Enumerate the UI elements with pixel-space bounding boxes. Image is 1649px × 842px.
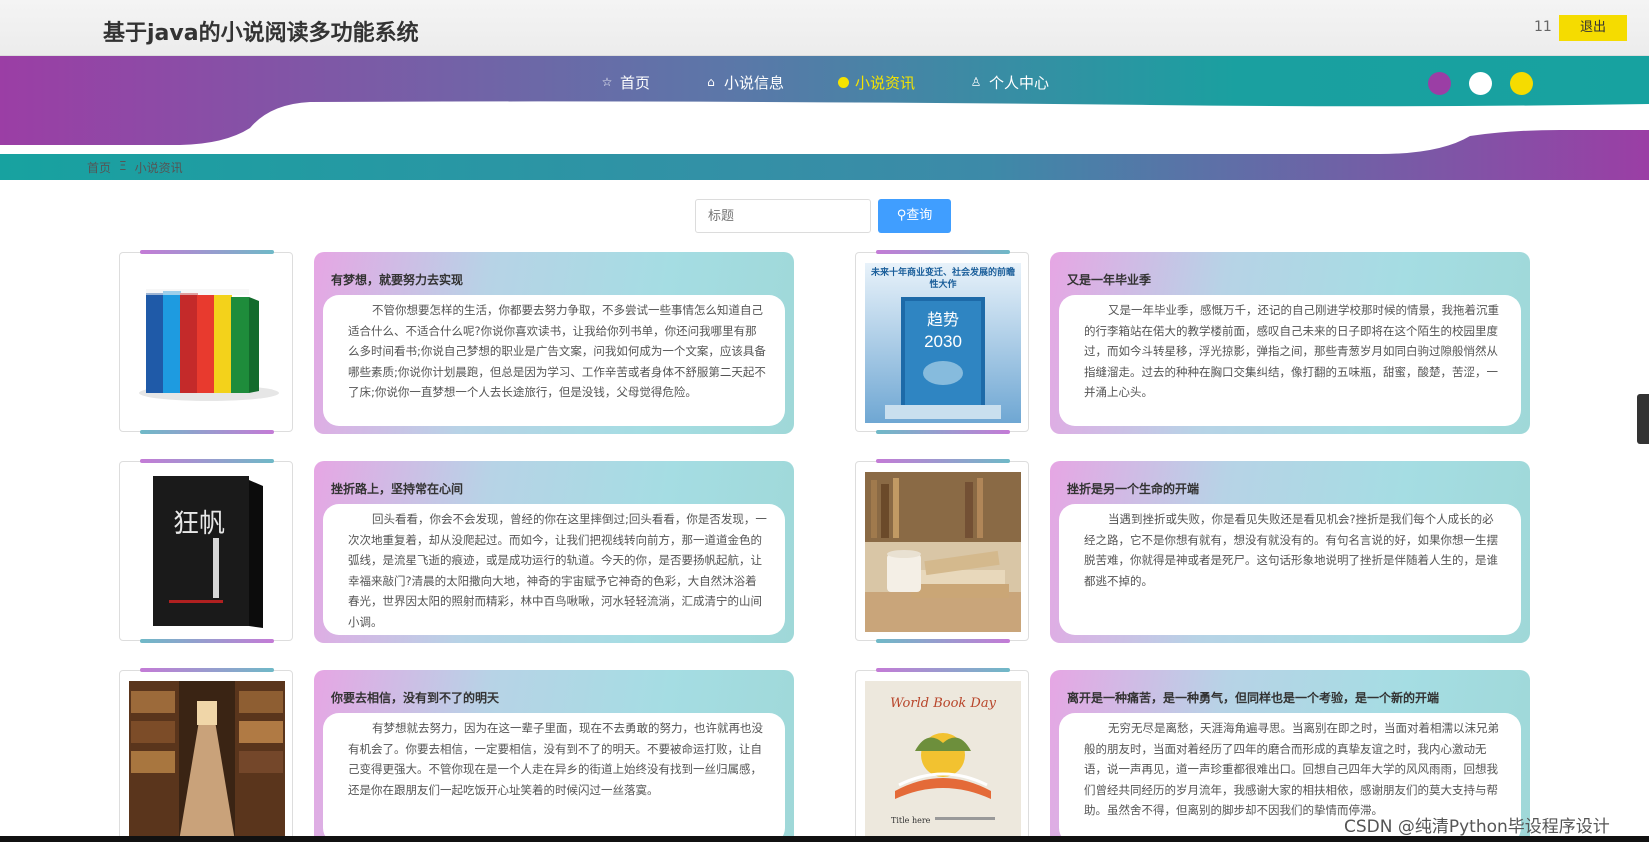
article-image-trend-2030-book[interactable]: 趋势 2030 未来十年商业变迁、社会发展的前瞻性大作 <box>865 263 1021 423</box>
app-title: 基于java的小说阅读多功能系统 <box>103 21 419 46</box>
theme-white-button[interactable] <box>1469 72 1492 95</box>
article-title[interactable]: 离开是一种痛苦，是一种勇气，但同样也是一个考验，是一个新的开端 <box>1067 689 1439 706</box>
article-title[interactable]: 有梦想，就要努力去实现 <box>331 271 463 288</box>
theme-switcher <box>1428 72 1533 95</box>
theme-purple-button[interactable] <box>1428 72 1451 95</box>
nav-novel-news-label: 小说资讯 <box>855 73 916 92</box>
article-image-world-book-day-poster[interactable]: World Book Day Title here <box>865 681 1021 841</box>
top-header: 基于java的小说阅读多功能系统 11 退出 <box>0 0 1649 56</box>
trend-book-header: 未来十年商业变迁、社会发展的前瞻性大作 <box>870 268 1015 290</box>
active-dot-icon <box>838 76 849 88</box>
article-excerpt: 有梦想就去努力，因为在这一辈子里面，现在不去勇敢的努力，也许就再也没有机会了。你… <box>323 713 785 842</box>
theme-yellow-button[interactable] <box>1510 72 1533 95</box>
nav-novel-news[interactable]: 小说资讯 <box>838 72 915 93</box>
article-text-panel: 挫折是另一个生命的开端 当遇到挫折或失败，你是看见失败还是看见机会?挫折是我们每… <box>1050 461 1530 643</box>
nav-novel-info[interactable]: ⌂ 小说信息 <box>704 72 784 93</box>
article-image-frame: World Book Day Title here <box>855 668 1029 842</box>
side-scroll-handle[interactable] <box>1637 394 1649 444</box>
article-image-black-novel-cover[interactable]: 狂帆 <box>129 472 285 632</box>
search-icon: ⚲ <box>896 208 907 223</box>
nav-personal-center[interactable]: ♙ 个人中心 <box>969 72 1049 93</box>
title-search-input[interactable] <box>695 199 871 233</box>
trend-title-text: 趋势 <box>927 311 959 329</box>
article-image-frame <box>119 250 293 434</box>
star-home-icon: ☆ <box>601 75 613 89</box>
article-image-colorful-books[interactable] <box>129 263 285 423</box>
article-image-frame: 趋势 2030 未来十年商业变迁、社会发展的前瞻性大作 <box>855 250 1029 434</box>
poster-title-here-text: Title here <box>891 816 931 825</box>
article-image-frame <box>855 459 1029 643</box>
breadcrumb-current: 小说资讯 <box>134 161 183 175</box>
csdn-watermark: CSDN @纯清Python毕设程序设计 <box>1344 817 1610 837</box>
article-text-panel: 你要去相信，没有到不了的明天 有梦想就去努力，因为在这一辈子里面，现在不去勇敢的… <box>314 670 794 842</box>
main-nav: ☆ 首页 ⌂ 小说信息 小说资讯 ♙ 个人中心 <box>0 56 1649 108</box>
article-image-frame: 狂帆 <box>119 459 293 643</box>
article-card[interactable]: 狂帆 挫折路上，坚持常在心间 回头看看，你会不会发现，曾经的你在这里摔倒过;回头… <box>119 459 839 646</box>
breadcrumb: 首页 Ξ 小说资讯 <box>87 159 183 176</box>
world-book-day-text: World Book Day <box>890 696 997 711</box>
article-title[interactable]: 又是一年毕业季 <box>1067 271 1151 288</box>
breadcrumb-home[interactable]: 首页 <box>87 159 111 176</box>
search-button-label: 查询 <box>906 208 933 223</box>
article-text-panel: 又是一年毕业季 又是一年毕业季，感慨万千，还记的自己刚进学校那时候的情景，我拖着… <box>1050 252 1530 434</box>
article-card[interactable]: 挫折是另一个生命的开端 当遇到挫折或失败，你是看见失败还是看见机会?挫折是我们每… <box>855 459 1575 646</box>
nav-personal-center-label: 个人中心 <box>989 73 1050 92</box>
trend-year-text: 2030 <box>924 332 962 351</box>
article-image-library-shelves[interactable] <box>129 681 285 841</box>
article-title[interactable]: 挫折路上，坚持常在心间 <box>331 480 463 497</box>
article-image-frame <box>119 668 293 842</box>
article-text-panel: 有梦想，就要努力去实现 不管你想要怎样的生活，你都要去努力争取，不多尝试一些事情… <box>314 252 794 434</box>
article-excerpt: 当遇到挫折或失败，你是看见失败还是看见机会?挫折是我们每个人成长的必经之路，它不… <box>1059 504 1521 635</box>
search-button[interactable]: ⚲查询 <box>878 199 951 233</box>
article-text-panel: 挫折路上，坚持常在心间 回头看看，你会不会发现，曾经的你在这里摔倒过;回头看看，… <box>314 461 794 643</box>
breadcrumb-separator: Ξ <box>119 159 127 173</box>
novel-title-text: 狂帆 <box>173 509 225 539</box>
article-excerpt: 不管你想要怎样的生活，你都要去努力争取，不多尝试一些事情怎么知道自己适合什么、不… <box>323 295 785 426</box>
user-icon: ♙ <box>970 75 982 89</box>
article-title[interactable]: 你要去相信，没有到不了的明天 <box>331 689 499 706</box>
article-card[interactable]: 趋势 2030 未来十年商业变迁、社会发展的前瞻性大作 又是一年毕业季 又是一年… <box>855 250 1575 437</box>
article-excerpt: 回头看看，你会不会发现，曾经的你在这里摔倒过;回头看看，你是否发现，一次次地重复… <box>323 504 785 635</box>
nav-banner: ☆ 首页 ⌂ 小说信息 小说资讯 ♙ 个人中心 首页 Ξ 小说资讯 <box>0 56 1649 180</box>
current-user: 11 <box>1534 19 1552 35</box>
nav-home-label: 首页 <box>619 73 650 92</box>
article-card[interactable]: 有梦想，就要努力去实现 不管你想要怎样的生活，你都要去努力争取，不多尝试一些事情… <box>119 250 839 437</box>
article-excerpt: 又是一年毕业季，感慨万千，还记的自己刚进学校那时候的情景，我拖着沉重的行李箱站在… <box>1059 295 1521 426</box>
nav-novel-info-label: 小说信息 <box>723 73 784 92</box>
nav-home[interactable]: ☆ 首页 <box>600 72 650 93</box>
bottom-edge <box>0 836 1649 842</box>
article-card[interactable]: 你要去相信，没有到不了的明天 有梦想就去努力，因为在这一辈子里面，现在不去勇敢的… <box>119 668 839 842</box>
article-title[interactable]: 挫折是另一个生命的开端 <box>1067 480 1199 497</box>
logout-button[interactable]: 退出 <box>1559 15 1627 41</box>
bag-icon: ⌂ <box>707 75 715 89</box>
article-image-cup-and-books[interactable] <box>865 472 1021 632</box>
